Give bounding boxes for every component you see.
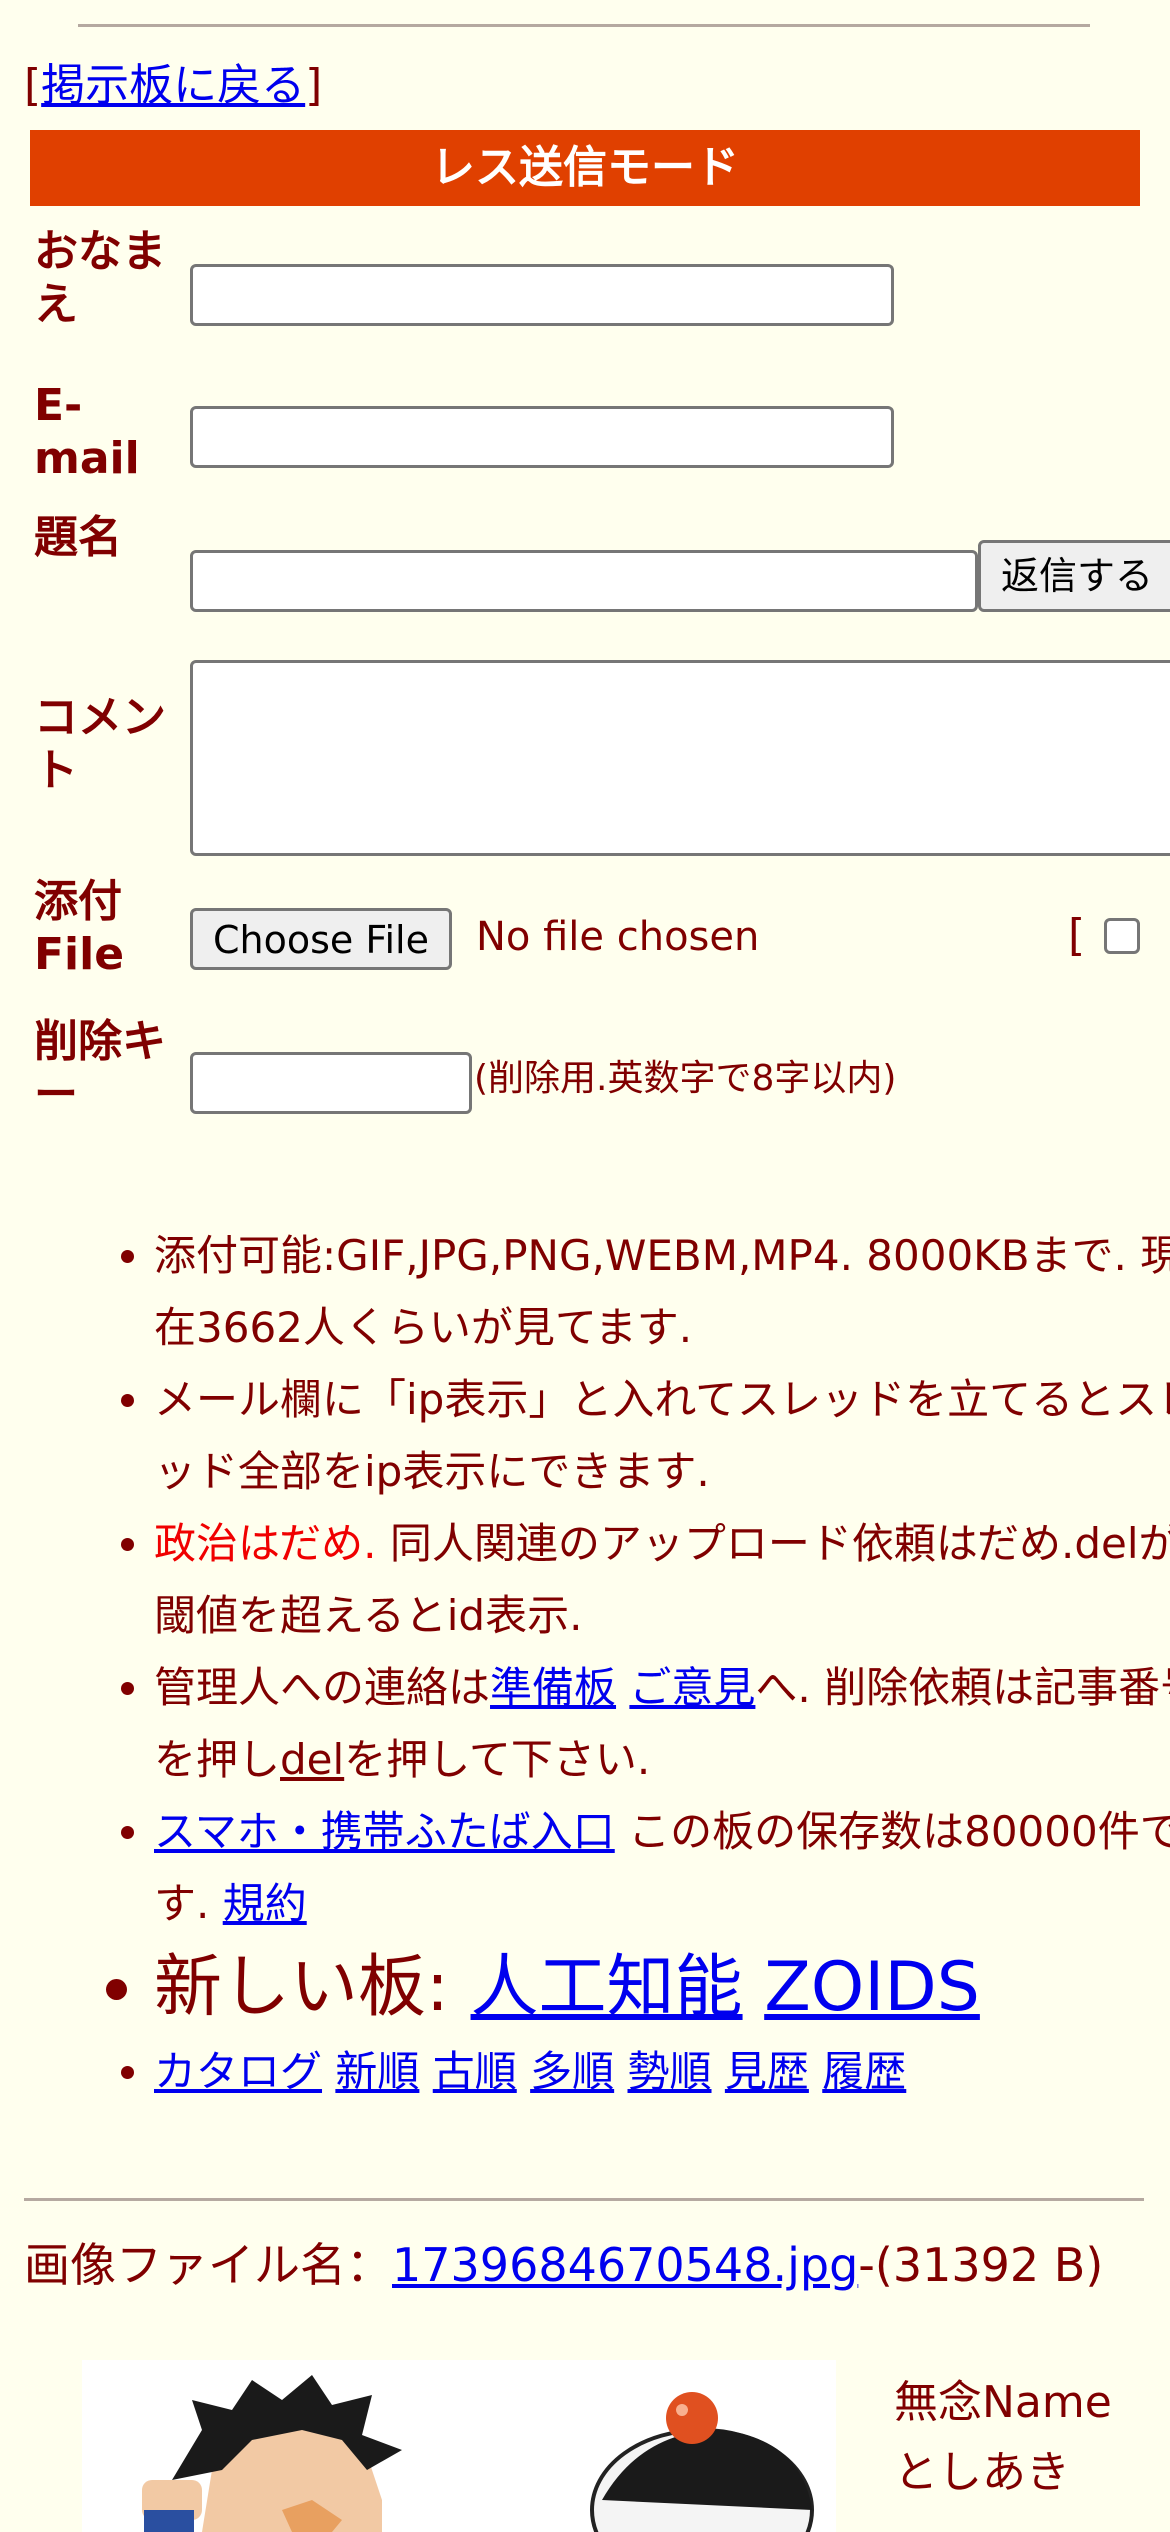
option-bracket: [ <box>1068 910 1086 961</box>
board-rules-list: 添付可能:GIF,JPG,PNG,WEBM,MP4. 8000KBまで. 現在3… <box>90 1220 1170 2108</box>
image-file-link[interactable]: 1739684670548.jpg <box>392 2238 858 2292</box>
subject-label: 題名 <box>34 512 122 563</box>
name-label: おなまえ <box>34 226 166 330</box>
view-history-link[interactable]: 見歴 <box>725 2047 809 2096</box>
attach-label: 添付File <box>34 876 125 980</box>
bracket-close: ] <box>305 60 323 111</box>
delete-key-note: (削除用.英数字で8字以内) <box>474 1058 897 1099</box>
rule-attachments: 添付可能:GIF,JPG,PNG,WEBM,MP4. 8000KBまで. 現在3… <box>154 1220 1170 1364</box>
rule-politics-warning: 政治はだめ. <box>154 1519 377 1568</box>
poster-name-line1: 無念Name <box>894 2377 1112 2428</box>
rule-politics: 政治はだめ. 同人関連のアップロード依頼はだめ.delが閾値を超えるとid表示. <box>154 1508 1170 1652</box>
sort-oldest-link[interactable]: 古順 <box>433 2047 517 2096</box>
thread-divider <box>24 2198 1144 2201</box>
poster-name: 無念Name としあき <box>894 2368 1112 2508</box>
rule-ip-display-text: メール欄に「ip表示」と入れてスレッドを立てるとスレッド全部をip表示にできます… <box>154 1375 1170 1496</box>
post-image-thumbnail[interactable] <box>82 2360 836 2532</box>
terms-link[interactable]: 規約 <box>223 1879 307 1928</box>
subject-input[interactable] <box>190 550 978 612</box>
image-file-info: 画像ファイル名：1739684670548.jpg-(31392 B) <box>24 2236 1144 2296</box>
rule-ip-display: メール欄に「ip表示」と入れてスレッドを立てるとスレッド全部をip表示にできます… <box>154 1364 1170 1508</box>
rule-attachments-text: 添付可能:GIF,JPG,PNG,WEBM,MP4. 8000KBまで. 現在3… <box>154 1231 1170 1352</box>
back-to-board-link[interactable]: 掲示板に戻る <box>41 60 305 111</box>
ai-board-link[interactable]: 人工知能 <box>471 1948 743 2027</box>
thumbnail-illustration <box>142 2375 814 2532</box>
feedback-link[interactable]: ご意見 <box>629 1663 755 1712</box>
rule-contact: 管理人への連絡は準備板 ご意見へ. 削除依頼は記事番号を押しdelを押して下さい… <box>154 1652 1170 1796</box>
no-file-chosen-text: No file chosen <box>476 914 760 960</box>
delete-key-label: 削除キー <box>34 1016 166 1120</box>
sort-newest-link[interactable]: 新順 <box>335 2047 419 2096</box>
post-history-link[interactable]: 履歴 <box>822 2047 906 2096</box>
rule-new-boards: 新しい板: 人工知能 ZOIDS <box>154 1940 1170 2036</box>
comment-textarea[interactable] <box>190 660 1170 856</box>
submit-reply-button[interactable]: 返信する <box>978 540 1170 612</box>
reply-mode-header: レス送信モード <box>30 130 1140 206</box>
top-divider <box>78 24 1090 27</box>
email-label: E-mail <box>34 380 140 484</box>
image-option-checkbox[interactable] <box>1104 918 1140 954</box>
file-name-label: 画像ファイル名： <box>24 2238 392 2292</box>
poster-name-line2: としあき <box>894 2447 1070 2498</box>
bracket-open: [ <box>24 60 42 111</box>
rule-contact-text: 管理人への連絡は <box>154 1663 491 1712</box>
rule-sort-links: カタログ 新順 古順 多順 勢順 見歴 履歴 <box>154 2036 1170 2108</box>
file-size: -(31392 B) <box>858 2238 1104 2292</box>
back-nav: [掲示板に戻る] <box>24 58 322 113</box>
rule-mobile: スマホ・携帯ふたば入口 この板の保存数は80000件です. 規約 <box>154 1796 1170 1940</box>
choose-file-button[interactable]: Choose File <box>190 908 452 970</box>
zoids-board-link[interactable]: ZOIDS <box>764 1948 980 2027</box>
sort-momentum-link[interactable]: 勢順 <box>628 2047 712 2096</box>
comment-label: コメント <box>34 692 166 796</box>
prep-board-link[interactable]: 準備板 <box>490 1663 616 1712</box>
del-link[interactable]: del <box>280 1735 344 1784</box>
catalog-link[interactable]: カタログ <box>154 2047 322 2096</box>
mobile-entrance-link[interactable]: スマホ・携帯ふたば入口 <box>154 1807 615 1856</box>
delete-key-input[interactable] <box>190 1052 472 1114</box>
new-boards-label: 新しい板: <box>154 1948 449 2027</box>
email-input[interactable] <box>190 406 894 468</box>
rule-contact-text-3: を押して下さい. <box>344 1735 651 1784</box>
name-input[interactable] <box>190 264 894 326</box>
sort-most-replies-link[interactable]: 多順 <box>530 2047 614 2096</box>
